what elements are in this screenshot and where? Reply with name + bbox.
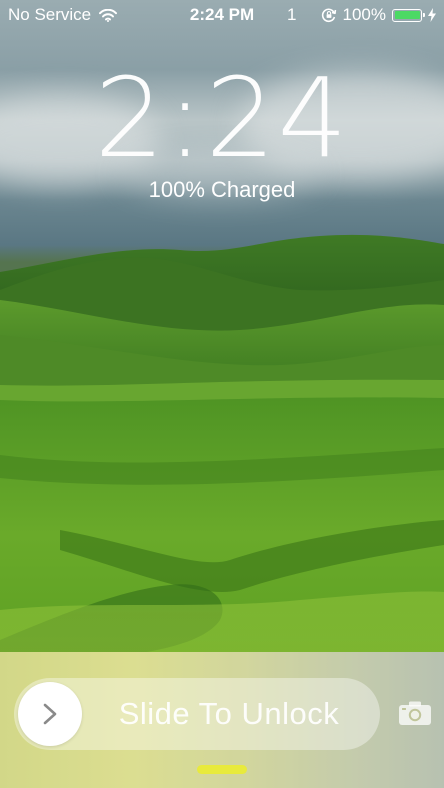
rotation-lock-icon	[321, 7, 337, 23]
battery-percent: 100%	[342, 5, 386, 24]
unlock-slider-knob[interactable]	[18, 682, 82, 746]
lock-clock: 2:24	[94, 54, 350, 182]
charge-status: 100% Charged	[148, 177, 296, 202]
battery-cap	[423, 12, 425, 17]
notification-count: 1	[287, 5, 297, 24]
slide-to-unlock-label: Slide To Unlock	[118, 696, 340, 731]
status-right: 1 100%	[287, 0, 436, 30]
lightning-bolt-icon	[428, 8, 436, 22]
battery-fill	[394, 11, 420, 19]
status-bar: No Service 2:24 PM 1 100%	[0, 0, 444, 30]
lock-screen: No Service 2:24 PM 1 100% 2:24 100% Char…	[0, 0, 444, 788]
camera-icon[interactable]	[398, 700, 432, 731]
control-center-grabber[interactable]	[197, 765, 247, 774]
battery-icon	[392, 8, 425, 22]
chevron-right-icon	[43, 703, 57, 725]
